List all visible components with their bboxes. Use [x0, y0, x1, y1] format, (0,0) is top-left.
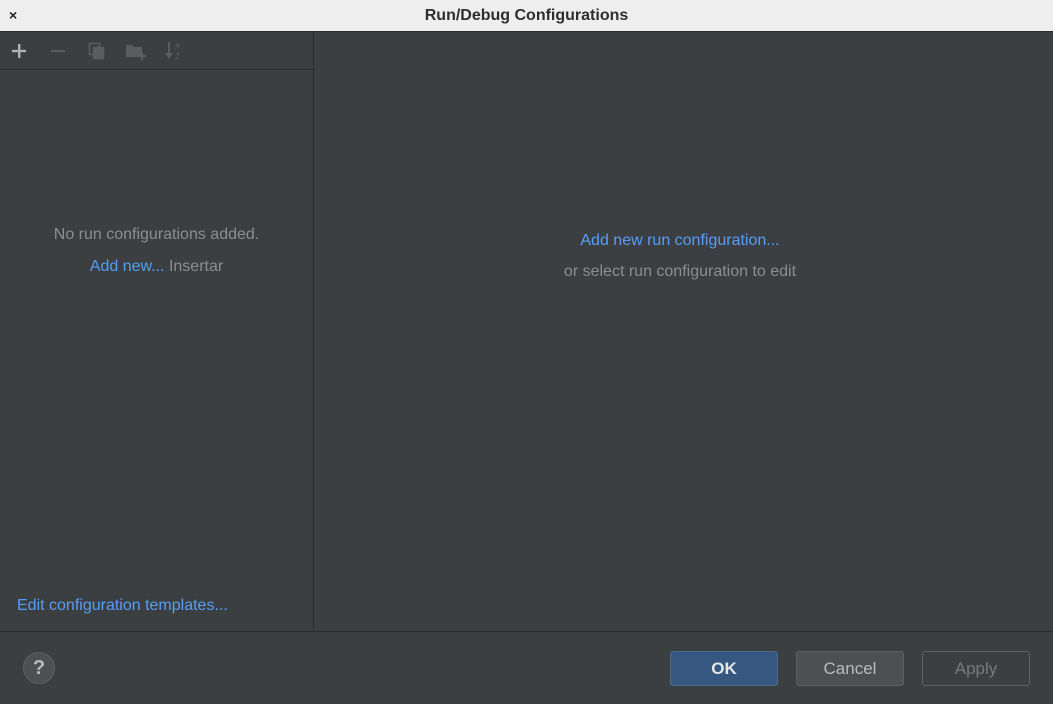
add-configuration-button[interactable]: [7, 39, 31, 63]
apply-button[interactable]: Apply: [922, 651, 1030, 686]
svg-text:Z: Z: [175, 52, 180, 61]
configurations-toolbar: A Z: [0, 32, 313, 70]
remove-configuration-button[interactable]: [46, 39, 70, 63]
add-new-link[interactable]: Add new...: [90, 258, 165, 275]
editor-placeholder: Add new run configuration... or select r…: [314, 232, 1046, 281]
help-button[interactable]: ?: [23, 652, 55, 684]
dialog-title: Run/Debug Configurations: [424, 7, 629, 24]
remove-icon: [51, 50, 65, 52]
sort-alphabetically-icon: A Z: [165, 42, 181, 61]
copy-configuration-button[interactable]: [85, 39, 109, 63]
empty-list-message: No run configurations added.: [53, 226, 260, 243]
create-folder-button[interactable]: [124, 39, 148, 63]
ok-button[interactable]: OK: [670, 651, 778, 686]
edit-configuration-templates-link[interactable]: Edit configuration templates...: [17, 597, 228, 615]
sort-configurations-button[interactable]: A Z: [163, 39, 187, 63]
add-new-run-configuration-link[interactable]: Add new run configuration...: [314, 232, 1046, 250]
dialog-footer: ? OK Cancel Apply: [0, 631, 1053, 704]
svg-text:A: A: [175, 42, 181, 51]
configuration-editor-panel: Add new run configuration... or select r…: [314, 32, 1053, 631]
add-new-shortcut: Insertar: [168, 258, 224, 275]
add-icon: [12, 44, 26, 58]
title-bar: × Run/Debug Configurations: [0, 0, 1053, 32]
new-folder-icon: [126, 45, 146, 60]
configurations-list-panel: A Z No run configurations added. Add new…: [0, 32, 314, 631]
run-debug-configurations-dialog: × Run/Debug Configurations A Z No run co…: [0, 0, 1053, 704]
copy-icon: [88, 42, 105, 60]
select-configuration-hint: or select run configuration to edit: [563, 263, 797, 280]
cancel-button[interactable]: Cancel: [796, 651, 904, 686]
empty-list-actions: Add new... Insertar: [0, 258, 313, 276]
